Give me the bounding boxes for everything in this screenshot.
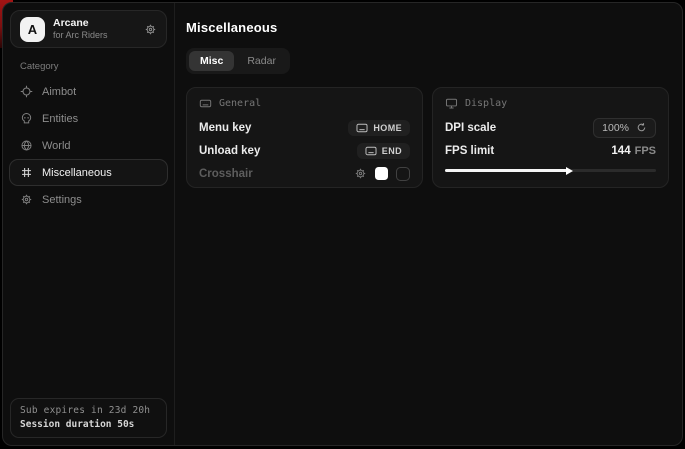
- category-label: Category: [20, 61, 174, 72]
- menu-key-label: Menu key: [199, 122, 251, 134]
- sidebar-item-entities[interactable]: Entities: [9, 105, 168, 132]
- crosshair-icon: [20, 85, 33, 98]
- sub-expires-text: Sub expires in 23d 20h: [20, 405, 157, 416]
- unload-keybind-button[interactable]: END: [357, 143, 410, 159]
- brand-title: Arcane: [53, 17, 108, 30]
- general-card-header: General: [199, 97, 410, 110]
- grid-icon: [20, 166, 33, 179]
- main-content: Miscellaneous Misc Radar: [175, 3, 682, 445]
- crosshair-row: Crosshair: [199, 162, 410, 185]
- crosshair-color-swatch[interactable]: [375, 167, 388, 180]
- dpi-scale-control[interactable]: 100%: [593, 118, 656, 138]
- fps-slider-fill: [445, 169, 567, 172]
- fps-limit-row: FPS limit 144 FPS: [445, 139, 656, 162]
- dpi-scale-label: DPI scale: [445, 122, 496, 134]
- display-card: Display DPI scale 100%: [432, 87, 669, 188]
- unload-key-row: Unload key END: [199, 139, 410, 162]
- sidebar: A Arcane for Arc Riders Category: [3, 3, 175, 445]
- general-card-title: General: [219, 98, 261, 109]
- sidebar-item-label: Settings: [42, 194, 82, 206]
- screen: A Arcane for Arc Riders Category: [0, 0, 685, 449]
- settings-cards: General Menu key HOME: [186, 87, 669, 188]
- globe-icon: [20, 139, 33, 152]
- display-card-title: Display: [465, 98, 507, 109]
- skull-icon: [20, 112, 33, 125]
- page-title: Miscellaneous: [186, 20, 669, 35]
- fps-unit: FPS: [635, 145, 656, 157]
- general-card: General Menu key HOME: [186, 87, 423, 188]
- menu-keybind-button[interactable]: HOME: [348, 120, 410, 136]
- fps-limit-value: 144 FPS: [611, 145, 656, 157]
- subscription-info-card: Sub expires in 23d 20h Session duration …: [10, 398, 167, 438]
- crosshair-settings-gear-icon[interactable]: [354, 167, 367, 180]
- arcane-logo: A: [20, 17, 45, 42]
- crosshair-controls: [354, 167, 410, 181]
- brand-gear-icon[interactable]: [144, 23, 157, 36]
- sidebar-item-label: Aimbot: [42, 86, 76, 98]
- sidebar-item-label: Miscellaneous: [42, 167, 112, 179]
- fps-slider-thumb[interactable]: [566, 167, 573, 175]
- sidebar-item-label: World: [42, 140, 71, 152]
- sidebar-item-aimbot[interactable]: Aimbot: [9, 78, 168, 105]
- key-icon: [365, 146, 377, 156]
- refresh-icon[interactable]: [636, 122, 647, 133]
- brand-text: Arcane for Arc Riders: [53, 17, 108, 41]
- fps-number: 144: [611, 145, 630, 157]
- brand-subtitle: for Arc Riders: [53, 30, 108, 41]
- fps-limit-label: FPS limit: [445, 145, 494, 157]
- sidebar-nav: Aimbot Entities: [3, 78, 174, 213]
- tab-group: Misc Radar: [186, 48, 290, 74]
- sidebar-item-label: Entities: [42, 113, 78, 125]
- monitor-icon: [445, 97, 458, 110]
- dpi-scale-value: 100%: [602, 122, 629, 134]
- unload-key-label: Unload key: [199, 145, 260, 157]
- menu-key-row: Menu key HOME: [199, 116, 410, 139]
- tab-misc[interactable]: Misc: [189, 51, 234, 71]
- gear-icon: [20, 193, 33, 206]
- key-icon: [356, 123, 368, 133]
- keyboard-icon: [199, 97, 212, 110]
- arcane-menu-window: A Arcane for Arc Riders Category: [2, 2, 683, 446]
- display-card-header: Display: [445, 97, 656, 110]
- fps-slider[interactable]: [445, 169, 656, 172]
- menu-key-value: HOME: [373, 123, 402, 133]
- dpi-scale-row: DPI scale 100%: [445, 116, 656, 139]
- sidebar-item-settings[interactable]: Settings: [9, 186, 168, 213]
- sidebar-item-miscellaneous[interactable]: Miscellaneous: [9, 159, 168, 186]
- crosshair-label: Crosshair: [199, 168, 253, 180]
- unload-key-value: END: [382, 146, 402, 156]
- tab-radar[interactable]: Radar: [236, 51, 287, 71]
- crosshair-checkbox[interactable]: [396, 167, 410, 181]
- brand-card: A Arcane for Arc Riders: [10, 10, 167, 48]
- sidebar-item-world[interactable]: World: [9, 132, 168, 159]
- session-duration-text: Session duration 50s: [20, 419, 157, 430]
